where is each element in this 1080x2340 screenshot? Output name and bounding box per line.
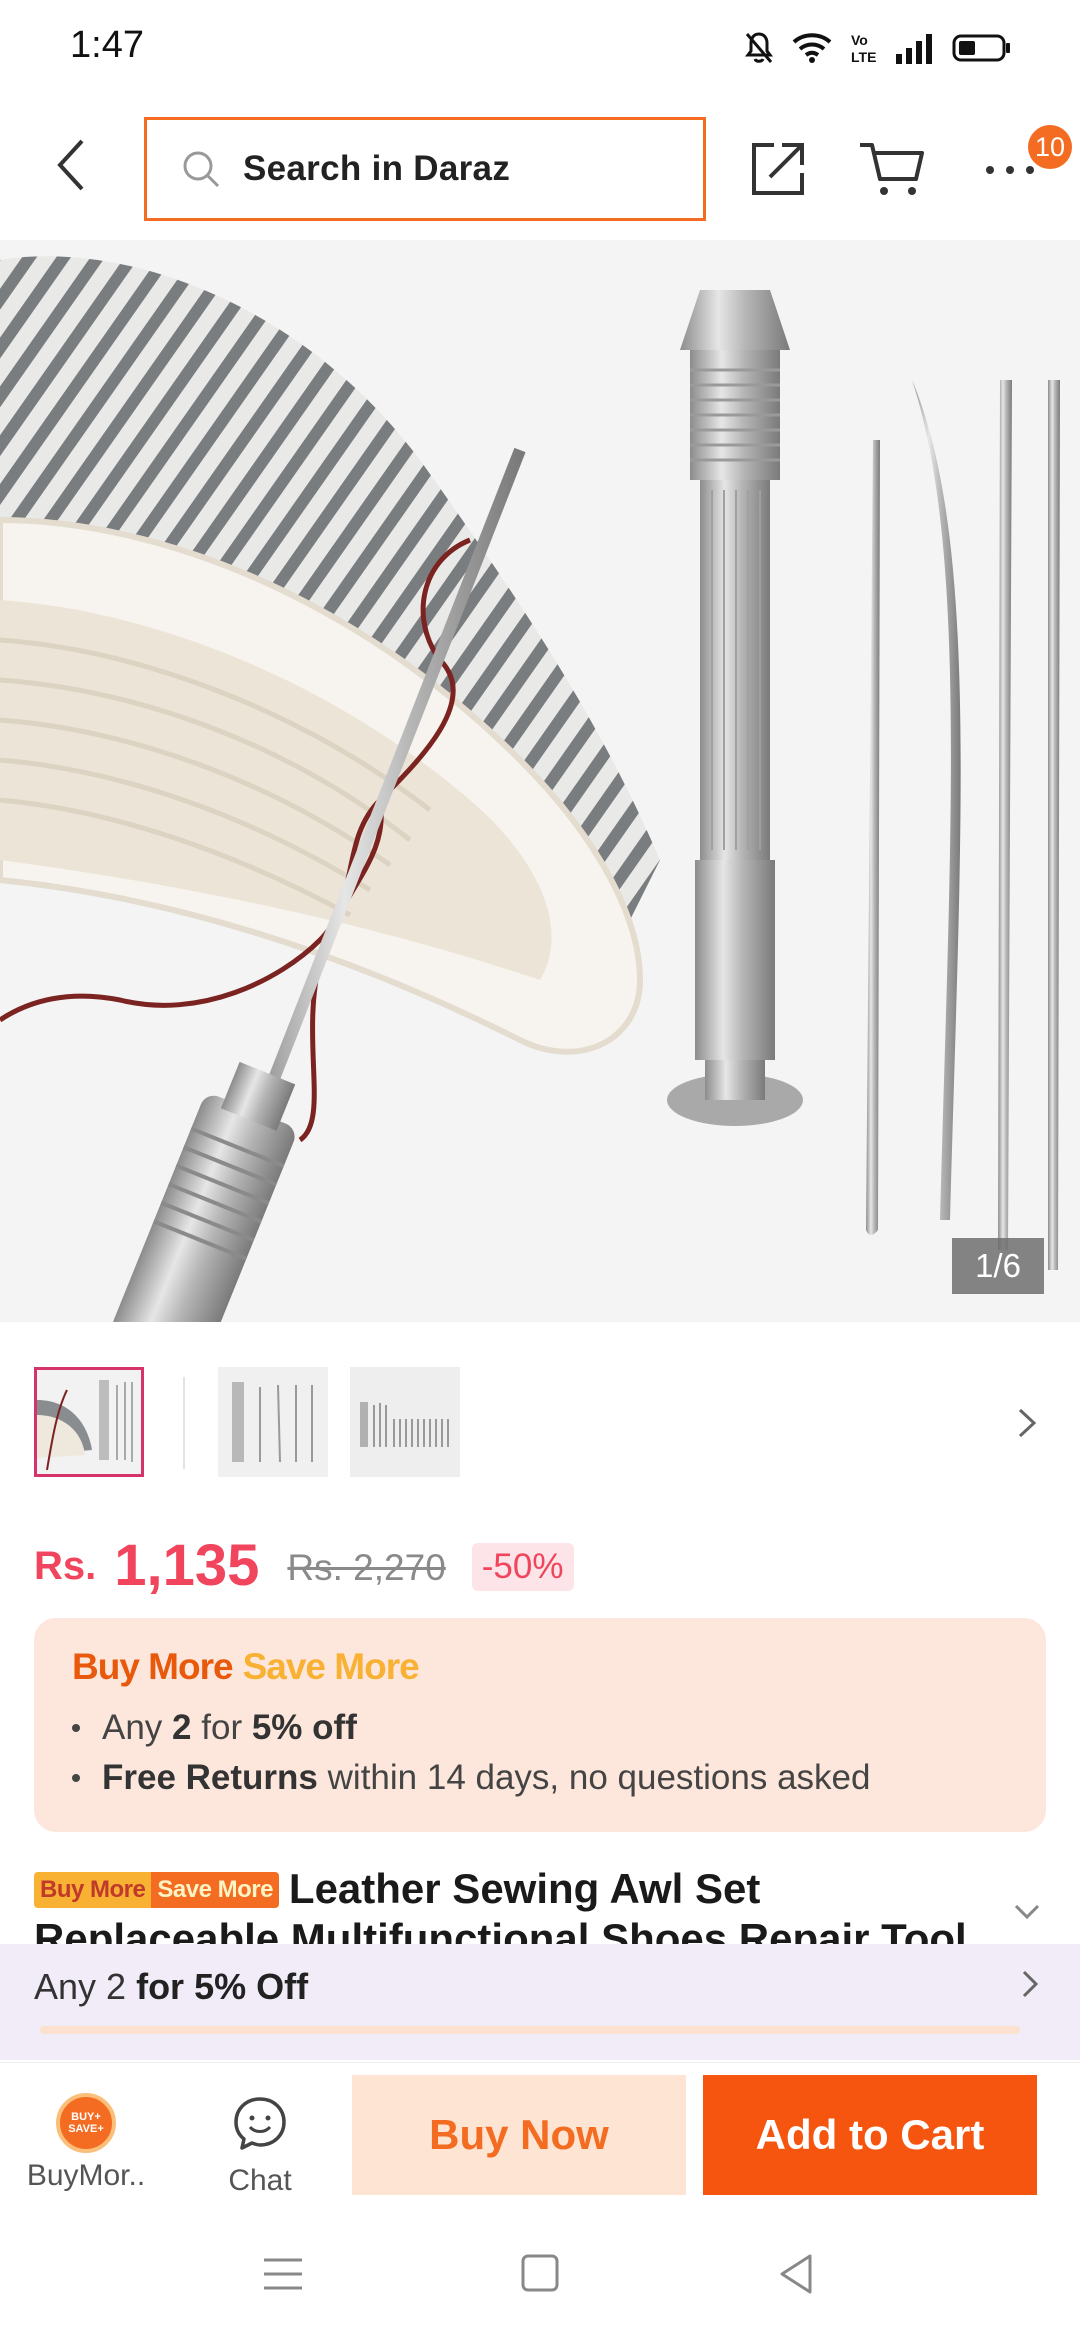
offer-text: Any 2 for 5% Off — [34, 1966, 308, 2008]
system-nav-bar — [0, 2212, 1080, 2340]
promo-line-discount: Any 2 for 5% off — [72, 1708, 357, 1748]
image-counter: 1/6 — [952, 1238, 1044, 1294]
status-time: 1:47 — [70, 24, 144, 66]
svg-text:LTE: LTE — [851, 49, 876, 65]
thumbnail-2-image — [218, 1367, 328, 1477]
bullet — [72, 1774, 80, 1782]
original-price: Rs. 2,270 — [287, 1547, 446, 1588]
buy-more-save-more-tag: Buy More Save More — [34, 1872, 279, 1908]
wifi-icon — [792, 33, 832, 63]
bottom-action-bar: BUY+ SAVE+ BuyMor.. Chat Buy Now Add to … — [0, 2062, 1080, 2212]
share-icon[interactable] — [748, 139, 808, 199]
thumbnail-2[interactable] — [218, 1367, 328, 1477]
cart-icon[interactable] — [858, 139, 928, 199]
chevron-right-icon — [1022, 1970, 1039, 1998]
price-currency: Rs. — [34, 1544, 97, 1588]
buy-now-button[interactable]: Buy Now — [352, 2075, 686, 2195]
thumbnail-3[interactable] — [350, 1367, 460, 1477]
product-title-row: Buy More Save More Leather Sewing Awl Set … — [34, 1864, 1014, 1946]
promo-line-returns: Free Returns within 14 days, no question… — [72, 1758, 870, 1798]
promo-title-buy-more: Buy More — [72, 1646, 234, 1687]
chat-button[interactable]: Chat — [190, 2093, 330, 2198]
bullet — [72, 1724, 80, 1732]
signal-icon — [896, 34, 932, 64]
search-input[interactable]: Search in Daraz — [144, 117, 706, 221]
chevron-down-icon[interactable] — [1012, 1902, 1042, 1922]
product-image[interactable]: 1/6 — [0, 240, 1080, 1322]
buymore-icon: BUY+ SAVE+ — [56, 2093, 116, 2153]
promo-qty: 2 — [172, 1708, 192, 1747]
buymore-button[interactable]: BUY+ SAVE+ BuyMor.. — [16, 2093, 156, 2193]
top-nav: Search in Daraz 10 — [0, 95, 1080, 240]
cart-count-badge: 10 — [1028, 125, 1072, 169]
product-photo — [0, 240, 1080, 1322]
thumbnail-divider — [183, 1377, 185, 1469]
promo-any: Any — [102, 1708, 163, 1747]
promo-off: 5% off — [251, 1708, 357, 1747]
chat-label: Chat — [228, 2164, 292, 2197]
chat-icon — [234, 2097, 286, 2150]
mute-bell-icon — [745, 32, 773, 63]
battery-icon — [952, 34, 1010, 62]
recent-apps-icon[interactable] — [258, 2252, 308, 2296]
promo-for: for — [201, 1708, 243, 1747]
tag-buy-more: Buy More — [34, 1872, 152, 1908]
free-returns-text: within 14 days, no questions asked — [327, 1758, 871, 1797]
offer-prefix: Any 2 — [34, 1966, 127, 2007]
price-row: Rs. 1,135 Rs. 2,270 -50% — [34, 1525, 574, 1595]
offer-bold: for 5% Off — [136, 1966, 309, 2007]
thumbnail-strip — [0, 1322, 1080, 1522]
buymore-label: BuyMor.. — [26, 2159, 146, 2192]
back-nav-icon[interactable] — [772, 2252, 822, 2296]
promo-title-save-more: Save More — [242, 1646, 420, 1687]
status-icons: Vo LTE — [744, 28, 1012, 68]
promo-title: Buy More Save More — [72, 1646, 420, 1688]
back-arrow-icon[interactable] — [48, 135, 98, 195]
home-icon[interactable] — [515, 2252, 565, 2296]
svg-text:Vo: Vo — [851, 32, 868, 48]
tag-save-more: Save More — [151, 1872, 279, 1908]
search-placeholder: Search in Daraz — [243, 149, 511, 188]
volte-icon: VoLTE — [851, 32, 876, 65]
discount-badge: -50% — [471, 1543, 574, 1591]
bundle-offer-bar[interactable]: Any 2 for 5% Off — [0, 1944, 1080, 2060]
buy-more-save-more-box[interactable]: Buy More Save More Any 2 for 5% off Free … — [34, 1618, 1046, 1832]
offer-progress-bar — [40, 2026, 1020, 2034]
free-returns-label: Free Returns — [102, 1758, 318, 1797]
add-to-cart-button[interactable]: Add to Cart — [703, 2075, 1037, 2195]
thumbnail-3-image — [350, 1367, 460, 1477]
chevron-right-icon[interactable] — [1014, 1406, 1040, 1440]
thumbnail-1[interactable] — [34, 1367, 144, 1477]
current-price: 1,135 — [114, 1533, 260, 1598]
thumbnail-1-image — [37, 1370, 141, 1474]
status-bar: 1:47 Vo LTE — [0, 0, 1080, 95]
search-icon — [183, 151, 220, 188]
